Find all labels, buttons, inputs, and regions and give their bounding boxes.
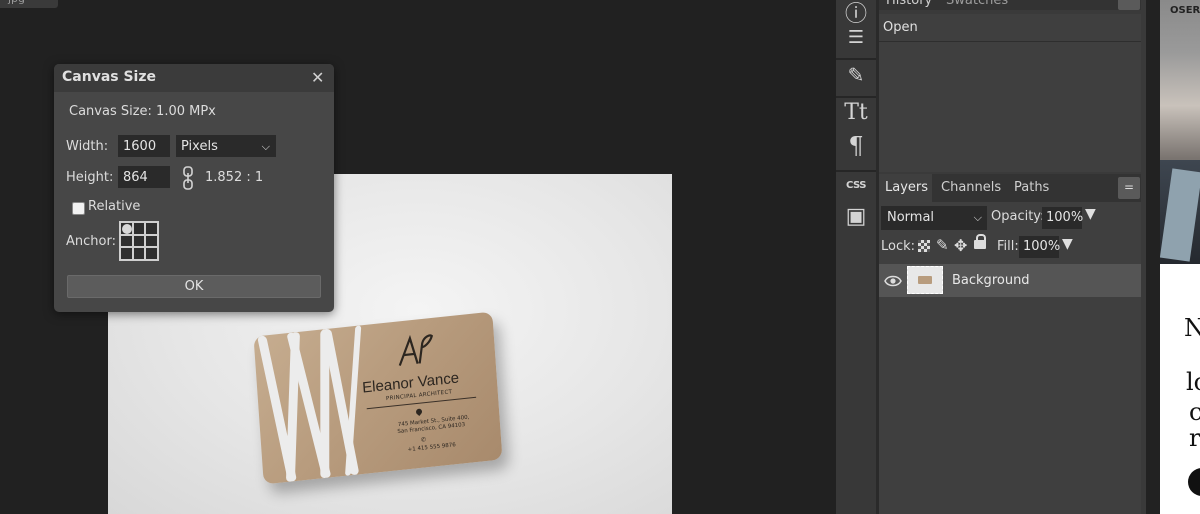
anchor-top-left[interactable] — [120, 222, 133, 235]
anchor-center[interactable] — [132, 234, 146, 248]
blend-mode-value: Normal — [887, 210, 935, 225]
page-button[interactable] — [1188, 468, 1200, 496]
tool-separator — [836, 170, 876, 172]
paragraph-icon[interactable]: ¶ — [836, 132, 876, 160]
tool-separator — [836, 96, 876, 98]
chain-link-icon[interactable] — [182, 166, 194, 190]
brush-icon[interactable]: ✎ — [836, 63, 876, 87]
background-webpage: OSERS N lo c r — [1160, 0, 1200, 514]
tab-swatches[interactable]: Swatches — [946, 0, 1008, 8]
page-letter: lo — [1186, 368, 1200, 396]
type-icon[interactable]: Tt — [836, 100, 876, 125]
adjustments-icon[interactable]: ☰ — [836, 27, 876, 48]
anchor-top-right[interactable] — [145, 222, 158, 235]
history-item-open[interactable]: Open — [883, 20, 918, 35]
lock-paint-icon[interactable]: ✎ — [936, 236, 949, 254]
lock-transparency-icon[interactable] — [918, 240, 930, 252]
business-card: Eleanor Vance PRINCIPAL ARCHITECT 745 Ma… — [253, 311, 503, 485]
layers-panel-menu-button[interactable]: = — [1118, 177, 1140, 199]
tab-history[interactable]: History — [886, 0, 932, 8]
close-icon[interactable]: ✕ — [311, 68, 324, 87]
anchor-bottom-right[interactable] — [145, 247, 158, 260]
phone-icon: ✆ — [420, 436, 427, 444]
image-icon[interactable]: ▣ — [836, 204, 876, 229]
lock-label: Lock: — [881, 239, 916, 254]
canvas-size-dialog: Canvas Size ✕ Canvas Size: 1.00 MPx Widt… — [54, 64, 334, 312]
anchor-top-center[interactable] — [132, 222, 146, 235]
document-tab[interactable]: jpg — [0, 0, 58, 8]
ok-button[interactable]: OK — [67, 275, 321, 298]
tool-separator — [836, 58, 876, 60]
opacity-label: Opacity: — [991, 209, 1045, 224]
page-letter: c — [1189, 398, 1200, 426]
opacity-input[interactable]: 100% — [1042, 207, 1083, 229]
width-label: Width: — [66, 139, 109, 154]
relative-label: Relative — [88, 199, 141, 214]
history-panel-menu-button[interactable]: = — [1118, 0, 1140, 10]
info-icon[interactable]: ⓘ — [836, 0, 876, 28]
history-item-row[interactable]: Open — [879, 14, 1141, 42]
lock-all-icon[interactable] — [974, 234, 986, 249]
chevron-down-icon: ⌵ — [973, 211, 982, 224]
height-input[interactable]: 864 — [118, 166, 170, 188]
anchor-middle-left[interactable] — [120, 234, 133, 248]
tab-paths[interactable]: Paths — [1014, 180, 1049, 195]
fill-dropdown-icon[interactable]: ▼ — [1062, 236, 1073, 252]
page-letter: r — [1189, 424, 1200, 452]
blend-mode-select[interactable]: Normal ⌵ — [881, 206, 987, 230]
layer-thumbnail[interactable] — [907, 266, 943, 294]
aspect-ratio: 1.852 : 1 — [205, 170, 264, 185]
height-label: Height: — [66, 170, 114, 185]
lock-move-icon[interactable]: ✥ — [954, 236, 967, 255]
css-icon[interactable]: CSS — [836, 180, 876, 191]
anchor-middle-right[interactable] — [145, 234, 158, 248]
document-tab-label: jpg — [8, 0, 25, 5]
layer-name[interactable]: Background — [952, 273, 1030, 288]
location-pin-icon — [414, 407, 424, 417]
anchor-bottom-center[interactable] — [132, 247, 146, 260]
card-phone: +1 415 555 9876 — [407, 442, 457, 454]
page-letter: N — [1184, 314, 1200, 342]
eye-icon[interactable] — [884, 274, 902, 288]
unit-select[interactable]: Pixels ⌵ — [176, 135, 276, 157]
history-tabs: History Swatches — [879, 0, 1141, 10]
canvas-size-info: Canvas Size: 1.00 MPx — [69, 104, 216, 119]
anchor-label: Anchor: — [66, 234, 116, 249]
chevron-down-icon: ⌵ — [261, 140, 270, 153]
opacity-dropdown-icon[interactable]: ▼ — [1085, 206, 1096, 222]
card-divider — [366, 396, 477, 410]
unit-select-value: Pixels — [181, 139, 218, 154]
layers-tabs: Layers Channels Paths = — [879, 174, 1141, 202]
width-input[interactable]: 1600 — [118, 135, 170, 157]
card-logo-icon — [398, 334, 434, 366]
anchor-bottom-left[interactable] — [120, 247, 133, 260]
dialog-title: Canvas Size — [62, 69, 156, 85]
photo-label: OSERS — [1170, 5, 1200, 16]
fill-label: Fill: — [997, 239, 1019, 254]
tab-layers[interactable]: Layers — [885, 180, 928, 195]
fill-input[interactable]: 100% — [1019, 236, 1060, 258]
relative-checkbox[interactable] — [72, 202, 85, 215]
anchor-grid[interactable] — [119, 221, 159, 261]
tab-channels[interactable]: Channels — [941, 180, 1001, 195]
